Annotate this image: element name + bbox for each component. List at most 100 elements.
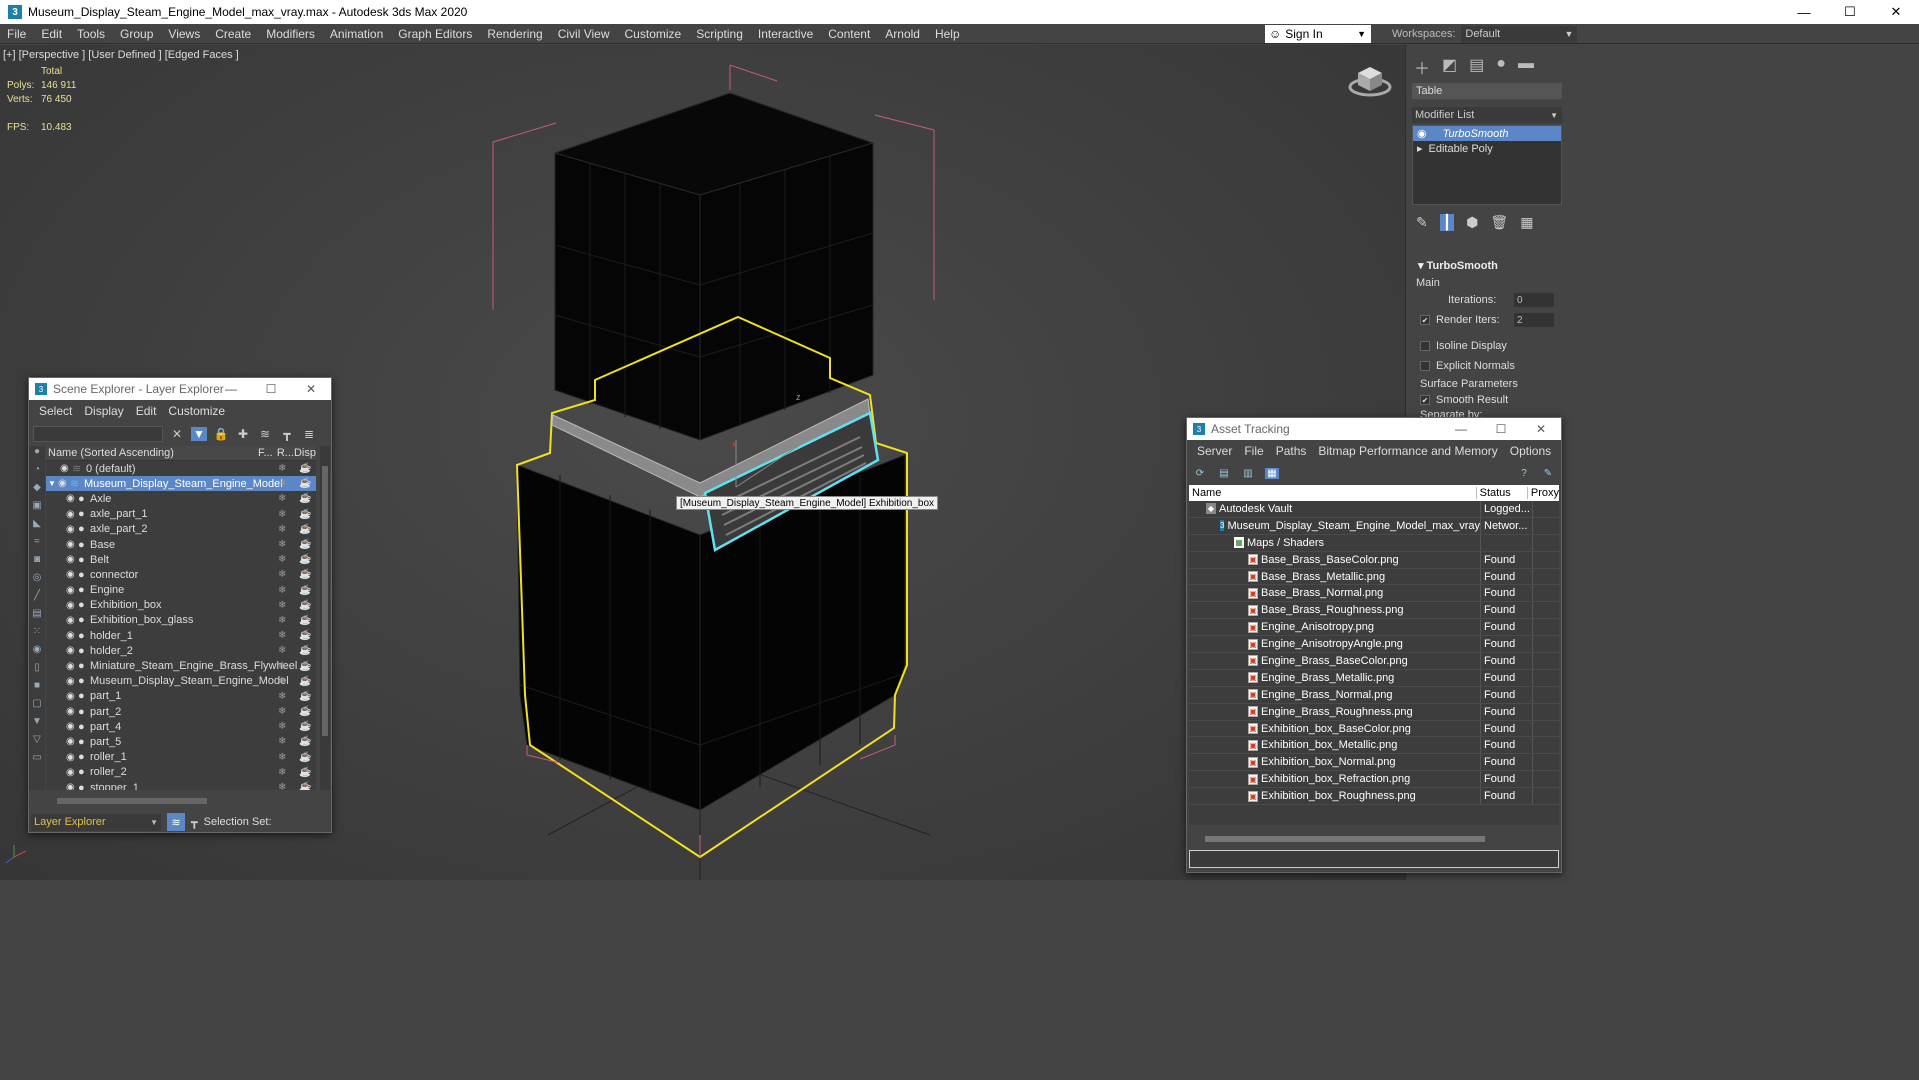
at-menu-server[interactable]: Server — [1191, 444, 1238, 458]
render-iters-checkbox[interactable]: ✔ — [1420, 315, 1430, 325]
table-row[interactable]: ▣ Engine_AnisotropyAngle.png Found — [1189, 636, 1559, 654]
object-name-field[interactable]: Table — [1412, 83, 1562, 99]
render-teapot-icon[interactable]: ☕ — [299, 736, 311, 747]
col-display[interactable]: Disp — [294, 447, 316, 459]
create-tab-icon[interactable]: ＋ — [1414, 55, 1430, 79]
minimize-button[interactable]: — — [1441, 418, 1481, 440]
hierarchy-icon[interactable]: ┳ — [279, 427, 295, 441]
filter-xrefs-icon[interactable]: ◎ — [29, 572, 45, 590]
list-item[interactable]: ◉ ● roller_2 ❄ ☕ — [46, 765, 316, 780]
table-row[interactable]: ▣ Engine_Brass_Metallic.png Found — [1189, 669, 1559, 687]
table-row[interactable]: ▣ Exhibition_box_Metallic.png Found — [1189, 737, 1559, 755]
table-row[interactable]: ▣ Base_Brass_Roughness.png Found — [1189, 602, 1559, 620]
table-row[interactable]: ◆ Autodesk Vault Logged... — [1189, 501, 1559, 518]
table-row[interactable]: ▣ Engine_Anisotropy.png Found — [1189, 619, 1559, 637]
filter-shapes-icon[interactable]: ◔ — [29, 464, 45, 482]
menu-arnold[interactable]: Arnold — [878, 27, 928, 41]
list-item[interactable]: ▼ ◉ ≋ Museum_Display_Steam_Engine_Model ❄ ☕ — [46, 476, 316, 492]
render-teapot-icon[interactable]: ☕ — [299, 691, 311, 702]
viewport-label[interactable]: [+] [Perspective ] [User Defined ] [Edge… — [3, 49, 239, 61]
render-teapot-icon[interactable]: ☕ — [299, 554, 311, 565]
menu-group[interactable]: Group — [113, 27, 161, 41]
list-item[interactable]: ◉ ● part_2 ❄ ☕ — [46, 704, 316, 719]
filter-spacewarps-icon[interactable]: ≈ — [29, 536, 45, 554]
explicit-normals-checkbox[interactable] — [1420, 361, 1430, 371]
iterations-spinner[interactable]: 0 — [1514, 293, 1554, 307]
filter-icon[interactable]: ▼ — [191, 427, 207, 441]
render-teapot-icon[interactable]: ☕ — [299, 767, 311, 778]
table-row[interactable]: ▣ Engine_Brass_BaseColor.png Found — [1189, 653, 1559, 670]
render-teapot-icon[interactable]: ☕ — [299, 706, 311, 717]
col-render[interactable]: R... — [277, 447, 294, 459]
eye-icon[interactable]: ◉ — [66, 767, 78, 778]
render-teapot-icon[interactable]: ☕ — [299, 630, 311, 641]
table-row[interactable]: ▣ Base_Brass_BaseColor.png Found — [1189, 551, 1559, 569]
minimize-button[interactable]: — — [211, 378, 251, 400]
se-menu-customize[interactable]: Customize — [162, 404, 231, 418]
filter-cameras-icon[interactable]: ▣ — [29, 500, 45, 518]
eye-icon[interactable]: ◉ — [66, 645, 78, 656]
maximize-button[interactable]: ☐ — [1481, 418, 1521, 440]
hierarchy-toggle-icon[interactable]: ┳ — [191, 816, 198, 829]
table-row[interactable]: 3 Museum_Display_Steam_Engine_Model_max_v… — [1189, 517, 1559, 535]
list-item[interactable]: ◉ ● part_4 ❄ ☕ — [46, 719, 316, 734]
workspaces-dropdown[interactable]: Default ▼ — [1461, 25, 1578, 43]
freeze-icon[interactable]: ❄ — [278, 478, 286, 489]
expand-icon[interactable]: ▸ — [1417, 142, 1423, 155]
layers-toggle-icon[interactable]: ≋ — [167, 813, 185, 831]
list-item[interactable]: ◉ ● roller_1 ❄ ☕ — [46, 750, 316, 765]
render-teapot-icon[interactable]: ☕ — [299, 615, 311, 626]
freeze-icon[interactable]: ❄ — [278, 706, 286, 717]
list-item[interactable]: ◉ ● Miniature_Steam_Engine_Brass_Flywheel ❄… — [46, 658, 316, 673]
render-teapot-icon[interactable]: ☕ — [299, 463, 311, 474]
eye-icon[interactable]: ◉ — [58, 478, 70, 489]
filter-groups-icon[interactable]: ◙ — [29, 554, 45, 572]
render-teapot-icon[interactable]: ☕ — [299, 600, 311, 611]
table-row[interactable]: ▣ Base_Brass_Normal.png Found — [1189, 585, 1559, 603]
eye-icon[interactable]: ◉ — [66, 691, 78, 702]
col-status[interactable]: Status — [1477, 487, 1528, 499]
at-menu-bitmap-performance-and-memory[interactable]: Bitmap Performance and Memory — [1312, 444, 1503, 458]
horizontal-scrollbar[interactable] — [1205, 836, 1485, 842]
list-item[interactable]: ◉ ● connector ❄ ☕ — [46, 567, 316, 582]
list-item[interactable]: ◉ ● part_1 ❄ ☕ — [46, 689, 316, 704]
list-item[interactable]: ◉ ● Engine ❄ ☕ — [46, 583, 316, 598]
eye-icon[interactable]: ◉ — [66, 661, 78, 672]
freeze-icon[interactable]: ❄ — [278, 676, 286, 687]
freeze-icon[interactable]: ❄ — [278, 691, 286, 702]
filter-helpers-icon[interactable]: ◣ — [29, 518, 45, 536]
layers-icon[interactable]: ≋ — [257, 427, 273, 441]
eye-icon[interactable]: ◉ — [66, 569, 78, 580]
freeze-icon[interactable]: ❄ — [278, 585, 286, 596]
eye-icon[interactable]: ◉ — [66, 585, 78, 596]
freeze-icon[interactable]: ❄ — [278, 752, 286, 763]
eye-icon[interactable]: ◉ — [66, 539, 78, 550]
eye-icon[interactable]: ◉ — [66, 706, 78, 717]
pin-stack-icon[interactable]: ✎ — [1416, 214, 1428, 231]
se-menu-select[interactable]: Select — [33, 404, 78, 418]
list-item[interactable]: ◉ ● stopper_1 ❄ ☕ — [46, 780, 316, 790]
freeze-icon[interactable]: ❄ — [278, 736, 286, 747]
hierarchy-tab-icon[interactable]: ▤ — [1469, 55, 1484, 79]
freeze-icon[interactable]: ❄ — [278, 645, 286, 656]
list-item[interactable]: ◉ ● part_5 ❄ ☕ — [46, 734, 316, 749]
eye-icon[interactable]: ◉ — [66, 493, 78, 504]
pin-icon[interactable]: ✎ — [1541, 468, 1555, 479]
explorer-dropdown[interactable]: Layer Explorer ▼ — [31, 813, 161, 831]
menu-scripting[interactable]: Scripting — [689, 27, 751, 41]
smooth-result-checkbox[interactable]: ✔ — [1420, 395, 1430, 405]
freeze-icon[interactable]: ❄ — [278, 569, 286, 580]
path-field[interactable] — [1189, 850, 1559, 868]
eye-icon[interactable]: ◉ — [66, 524, 78, 535]
table-row[interactable]: ▣ Exhibition_box_BaseColor.png Found — [1189, 720, 1559, 738]
col-name[interactable]: Name — [1189, 487, 1477, 499]
maximize-button[interactable]: ☐ — [1827, 0, 1873, 24]
menu-views[interactable]: Views — [161, 27, 208, 41]
render-teapot-icon[interactable]: ☕ — [299, 676, 311, 687]
menu-tools[interactable]: Tools — [70, 27, 113, 41]
render-teapot-icon[interactable]: ☕ — [299, 585, 311, 596]
table-row[interactable]: ▣ Exhibition_box_Roughness.png Found — [1189, 788, 1559, 806]
render-teapot-icon[interactable]: ☕ — [299, 478, 311, 489]
help-icon[interactable]: ? — [1517, 468, 1531, 479]
tree-view-icon[interactable]: ▥ — [1241, 468, 1255, 479]
